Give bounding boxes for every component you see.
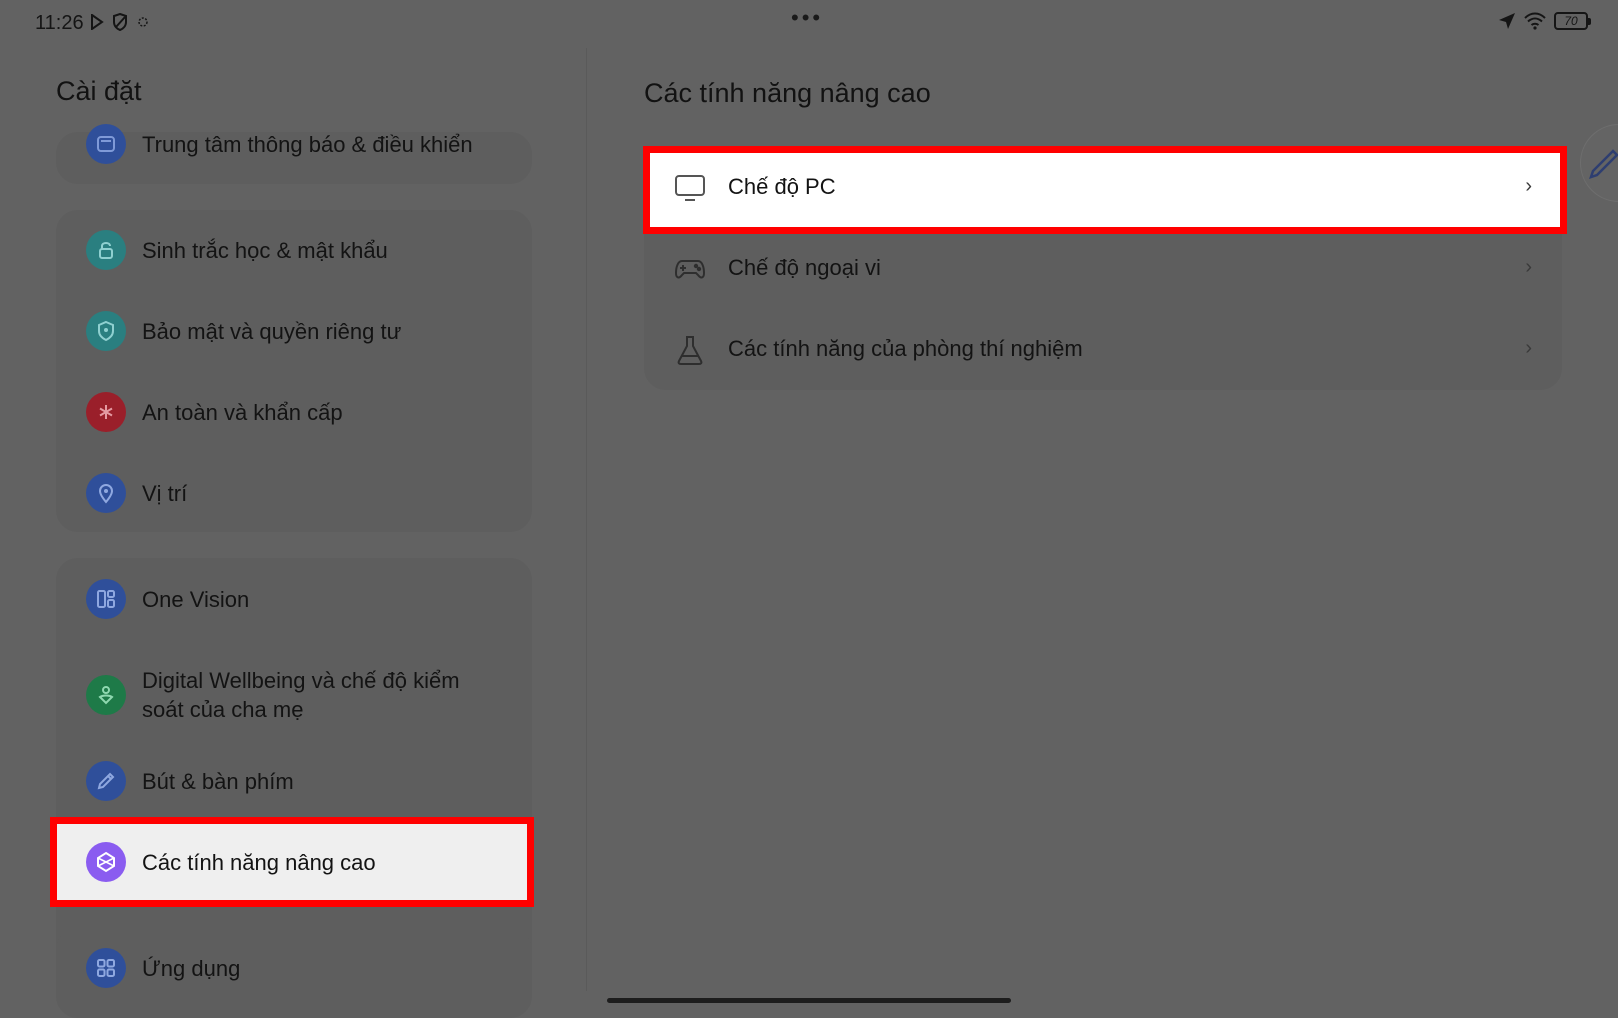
sidebar-item-label: Bút & bàn phím bbox=[142, 769, 294, 794]
advanced-features-icon bbox=[86, 842, 126, 882]
pencil-icon bbox=[1589, 149, 1618, 179]
sidebar-item-label: Ứng dụng bbox=[142, 956, 241, 981]
chevron-right-icon: › bbox=[1525, 175, 1532, 197]
play-store-icon bbox=[91, 14, 104, 30]
sidebar-item-label: Các tính năng nâng cao bbox=[142, 850, 376, 875]
sidebar-item-pen-keyboard[interactable]: Bút & bàn phím bbox=[56, 761, 532, 801]
floating-pen-shortcut[interactable] bbox=[1580, 124, 1618, 202]
shield-icon bbox=[113, 13, 127, 31]
row-peripheral-mode[interactable]: Chế độ ngoại vi › bbox=[644, 229, 1562, 309]
apps-grid-icon bbox=[86, 948, 126, 988]
lock-icon bbox=[86, 230, 126, 270]
row-label: Chế độ PC bbox=[728, 174, 836, 199]
battery-icon: 70 bbox=[1554, 12, 1591, 30]
detail-title: Các tính năng nâng cao bbox=[644, 78, 931, 108]
sidebar-item-digital-wellbeing[interactable]: Digital Wellbeing và chế độ kiểm soát củ… bbox=[56, 666, 532, 724]
monitor-icon bbox=[675, 175, 705, 201]
chevron-right-icon: › bbox=[1525, 256, 1532, 278]
more-options-icon[interactable]: ••• bbox=[791, 7, 823, 29]
wifi-icon bbox=[1524, 12, 1546, 30]
sidebar-item-label: Sinh trắc học & mật khẩu bbox=[142, 238, 388, 263]
sidebar-item-advanced-features[interactable]: Các tính năng nâng cao bbox=[56, 842, 532, 882]
row-lab-features[interactable]: Các tính năng của phòng thí nghiệm › bbox=[644, 310, 1562, 390]
home-indicator[interactable] bbox=[607, 998, 1011, 1003]
shield-icon bbox=[86, 311, 126, 351]
sidebar-item-one-vision[interactable]: One Vision bbox=[56, 579, 532, 619]
sidebar-item-label: Vị trí bbox=[142, 481, 188, 506]
gamepad-icon bbox=[674, 260, 706, 279]
sidebar-item-notification-center[interactable]: Trung tâm thông báo & điều khiển bbox=[56, 124, 532, 164]
page-title: Cài đặt bbox=[56, 76, 142, 106]
location-arrow-icon bbox=[1499, 13, 1515, 29]
status-time: 11:26 bbox=[35, 12, 84, 34]
sidebar-item-label: Bảo mật và quyền riêng tư bbox=[142, 319, 402, 344]
sidebar-item-label: Trung tâm thông báo & điều khiển bbox=[142, 132, 473, 157]
sidebar-item-safety-emergency[interactable]: An toàn và khẩn cấp bbox=[56, 392, 532, 432]
sidebar-item-security-privacy[interactable]: Bảo mật và quyền riêng tư bbox=[56, 311, 532, 351]
sidebar-item-label: An toàn và khẩn cấp bbox=[142, 400, 343, 425]
status-bar: 11:26 ••• 70 bbox=[0, 0, 1618, 48]
location-pin-icon bbox=[86, 473, 126, 513]
wellbeing-icon bbox=[86, 675, 126, 715]
circle-icon bbox=[138, 17, 148, 27]
row-label: Các tính năng của phòng thí nghiệm bbox=[728, 336, 1083, 361]
sidebar-item-label: Digital Wellbeing và chế độ kiểm soát củ… bbox=[142, 668, 460, 722]
row-label: Chế độ ngoại vi bbox=[728, 255, 881, 280]
pen-icon bbox=[86, 761, 126, 801]
grid-layout-icon bbox=[86, 579, 126, 619]
pane-divider bbox=[586, 48, 587, 991]
sidebar-item-location[interactable]: Vị trí bbox=[56, 473, 532, 513]
chevron-right-icon: › bbox=[1525, 337, 1532, 359]
sidebar-item-apps[interactable]: Ứng dụng bbox=[56, 948, 532, 988]
flask-icon bbox=[677, 336, 703, 365]
sidebar-item-label: One Vision bbox=[142, 587, 250, 612]
sidebar-item-biometrics-password[interactable]: Sinh trắc học & mật khẩu bbox=[56, 230, 532, 270]
row-pc-mode[interactable]: Chế độ PC › bbox=[644, 148, 1562, 228]
notification-center-icon bbox=[86, 124, 126, 164]
asterisk-icon bbox=[86, 392, 126, 432]
